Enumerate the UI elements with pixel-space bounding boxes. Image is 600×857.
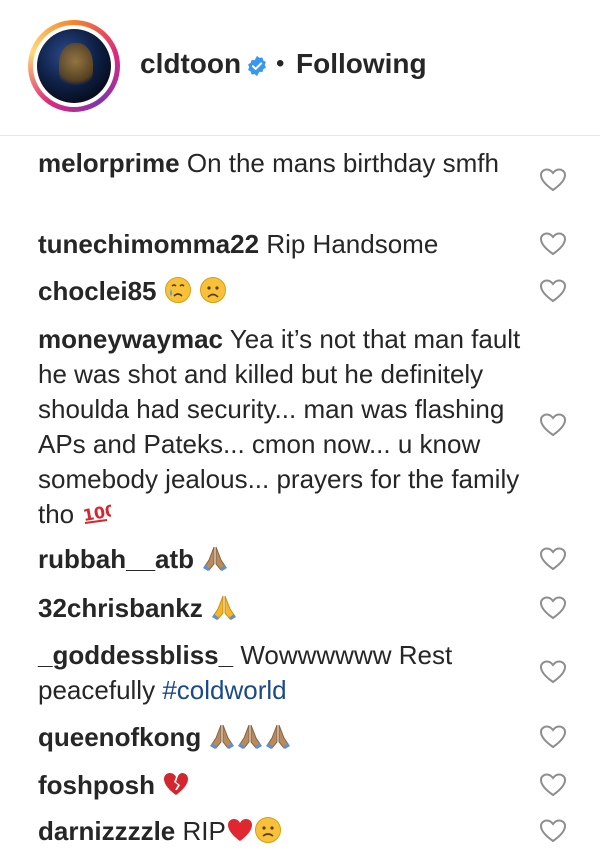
comment-item: _goddessbliss_ Wowwwwww Rest peacefully …: [38, 638, 528, 708]
comment-text: Rip Handsome: [266, 229, 439, 259]
comment-item: choclei85: [38, 274, 528, 309]
praying-hands-icon: [210, 724, 235, 749]
verified-badge-icon: [248, 55, 266, 77]
comment-item: darnizzzzle RIP: [38, 814, 528, 849]
comment-item: moneywaymac Yea it’s not that man fault …: [38, 322, 528, 532]
comment-username[interactable]: queenofkong: [38, 722, 201, 752]
like-heart-icon[interactable]: [540, 413, 566, 437]
praying-hands-icon: [211, 595, 236, 620]
sad-face-icon: [199, 277, 226, 303]
frowning-face-icon: [254, 817, 281, 843]
following-button[interactable]: Following: [296, 48, 427, 80]
crying-face-icon: [164, 277, 191, 303]
avatar[interactable]: [28, 20, 120, 112]
like-heart-icon[interactable]: [540, 819, 566, 843]
comment-item: queenofkong: [38, 720, 528, 755]
like-heart-icon[interactable]: [540, 547, 566, 571]
hashtag-link[interactable]: #coldworld: [162, 675, 286, 705]
hundred-points-icon: 100: [82, 501, 112, 525]
comment-item: foshposh: [38, 768, 528, 803]
username-link[interactable]: cldtoon: [140, 48, 241, 80]
comment-username[interactable]: moneywaymac: [38, 324, 223, 354]
separator-dot: •: [276, 50, 285, 77]
comment-item: rubbah__atb: [38, 542, 528, 577]
avatar-image: [37, 29, 111, 103]
comment-item: tunechimomma22 Rip Handsome: [38, 227, 528, 262]
red-heart-icon: [227, 819, 252, 841]
like-heart-icon[interactable]: [540, 279, 566, 303]
like-heart-icon[interactable]: [540, 660, 566, 684]
praying-hands-icon: [203, 546, 228, 571]
post-header: cldtoon • Following: [0, 0, 600, 136]
like-heart-icon[interactable]: [540, 232, 566, 256]
comment-username[interactable]: foshposh: [38, 770, 155, 800]
praying-hands-icon: [266, 724, 291, 749]
comment-username[interactable]: melorprime: [38, 148, 180, 178]
comment-username[interactable]: darnizzzzle: [38, 816, 175, 846]
comment-username[interactable]: choclei85: [38, 276, 157, 306]
comment-username[interactable]: _goddessbliss_: [38, 640, 233, 670]
like-heart-icon[interactable]: [540, 168, 566, 192]
comment-text: RIP: [182, 816, 226, 846]
comment-username[interactable]: 32chrisbankz: [38, 593, 203, 623]
comment-item: melorprime On the mans birthday smfh: [38, 146, 528, 181]
comment-username[interactable]: rubbah__atb: [38, 544, 194, 574]
comment-text: Yea it’s not that man fault he was shot …: [38, 324, 521, 529]
praying-hands-icon: [238, 724, 263, 749]
broken-heart-icon: [164, 773, 189, 795]
comment-text: On the mans birthday smfh: [186, 148, 499, 178]
comment-item: 32chrisbankz: [38, 591, 528, 626]
like-heart-icon[interactable]: [540, 773, 566, 797]
comment-username[interactable]: tunechimomma22: [38, 229, 259, 259]
like-heart-icon[interactable]: [540, 725, 566, 749]
like-heart-icon[interactable]: [540, 596, 566, 620]
